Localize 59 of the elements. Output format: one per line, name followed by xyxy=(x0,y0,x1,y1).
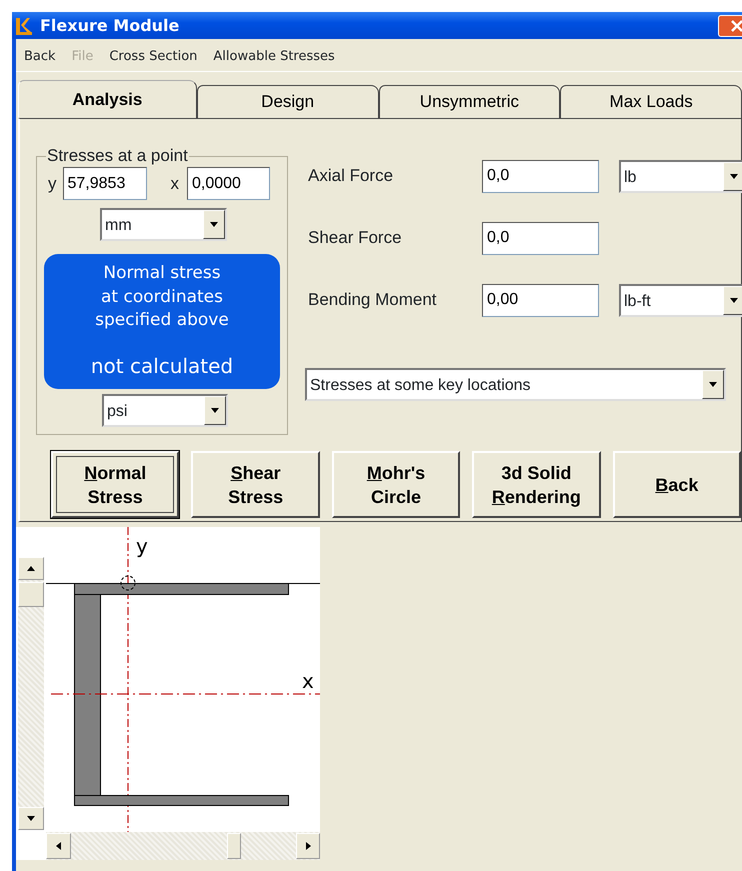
dropdown-button[interactable] xyxy=(723,286,742,314)
down-arrow-icon xyxy=(27,816,35,821)
caret-icon xyxy=(730,298,738,302)
tab[interactable]: Unsymmetric xyxy=(378,85,560,118)
app-icon xyxy=(14,16,34,36)
scroll-up-button[interactable] xyxy=(18,557,44,580)
result-value: not calculated xyxy=(90,354,234,378)
scrollbar-thumb[interactable] xyxy=(227,833,241,859)
menu-item[interactable]: Back xyxy=(24,47,56,71)
scrollbar-thumb[interactable] xyxy=(18,582,44,607)
horizontal-scrollbar[interactable] xyxy=(46,832,320,860)
dropdown[interactable]: lb xyxy=(619,160,742,192)
axis-label: y xyxy=(136,534,148,558)
dropdown-button[interactable] xyxy=(204,396,226,425)
dropdown[interactable]: Stresses at some key locations xyxy=(305,368,726,401)
close-icon xyxy=(730,18,742,32)
caret-icon xyxy=(709,382,717,387)
action-button[interactable]: Mohr's Circle xyxy=(332,451,460,518)
dropdown[interactable]: psi xyxy=(102,394,228,427)
close-button[interactable] xyxy=(718,14,742,36)
vertical-scrollbar[interactable] xyxy=(18,557,44,830)
menu-item[interactable]: Cross Section xyxy=(109,47,198,71)
up-arrow-icon xyxy=(27,566,35,571)
left-arrow-icon xyxy=(56,842,61,850)
dropdown-button[interactable] xyxy=(203,210,225,239)
field-label: x xyxy=(170,172,179,195)
dropdown[interactable]: mm xyxy=(100,208,227,241)
caret-icon xyxy=(210,222,218,227)
field-label: Shear Force xyxy=(308,227,403,250)
field-label: Bending Moment xyxy=(308,289,438,312)
action-button[interactable]: 3d Solid Rendering xyxy=(472,451,601,518)
dropdown-button[interactable] xyxy=(702,370,724,399)
menu-item[interactable]: Allowable Stresses xyxy=(213,47,335,71)
field-label: y xyxy=(48,172,56,195)
point-marker xyxy=(120,576,136,590)
group-title: Stresses at a point xyxy=(46,145,189,167)
x-coordinate-field[interactable]: 0,0000 xyxy=(187,167,270,200)
scroll-right-button[interactable] xyxy=(296,833,320,859)
tab[interactable]: Max Loads xyxy=(560,85,742,118)
tab[interactable]: Analysis xyxy=(18,80,197,118)
scroll-left-button[interactable] xyxy=(46,833,71,859)
scroll-down-button[interactable] xyxy=(18,807,44,830)
caret-icon xyxy=(211,408,219,413)
value-field[interactable]: 0,0 xyxy=(482,160,599,192)
dropdown-button[interactable] xyxy=(723,162,742,190)
window-title: Flexure Module xyxy=(40,14,180,36)
right-arrow-icon xyxy=(306,842,310,850)
field-label: Axial Force xyxy=(308,165,394,188)
action-button[interactable]: Shear Stress xyxy=(191,451,320,518)
action-button[interactable]: Back xyxy=(612,451,742,518)
value-field[interactable]: 0,0 xyxy=(482,222,599,254)
value-field[interactable]: 0,00 xyxy=(482,284,599,316)
tab[interactable]: Design xyxy=(196,85,379,118)
axis-label: x xyxy=(302,669,314,693)
caret-icon xyxy=(730,174,738,178)
result-caption: Normal stress at coordinates specified above xyxy=(94,262,230,332)
action-button[interactable]: Normal Stress xyxy=(51,451,180,518)
y-coordinate-field[interactable]: 57,9853 xyxy=(62,167,146,200)
dropdown[interactable]: lb-ft xyxy=(619,284,742,316)
